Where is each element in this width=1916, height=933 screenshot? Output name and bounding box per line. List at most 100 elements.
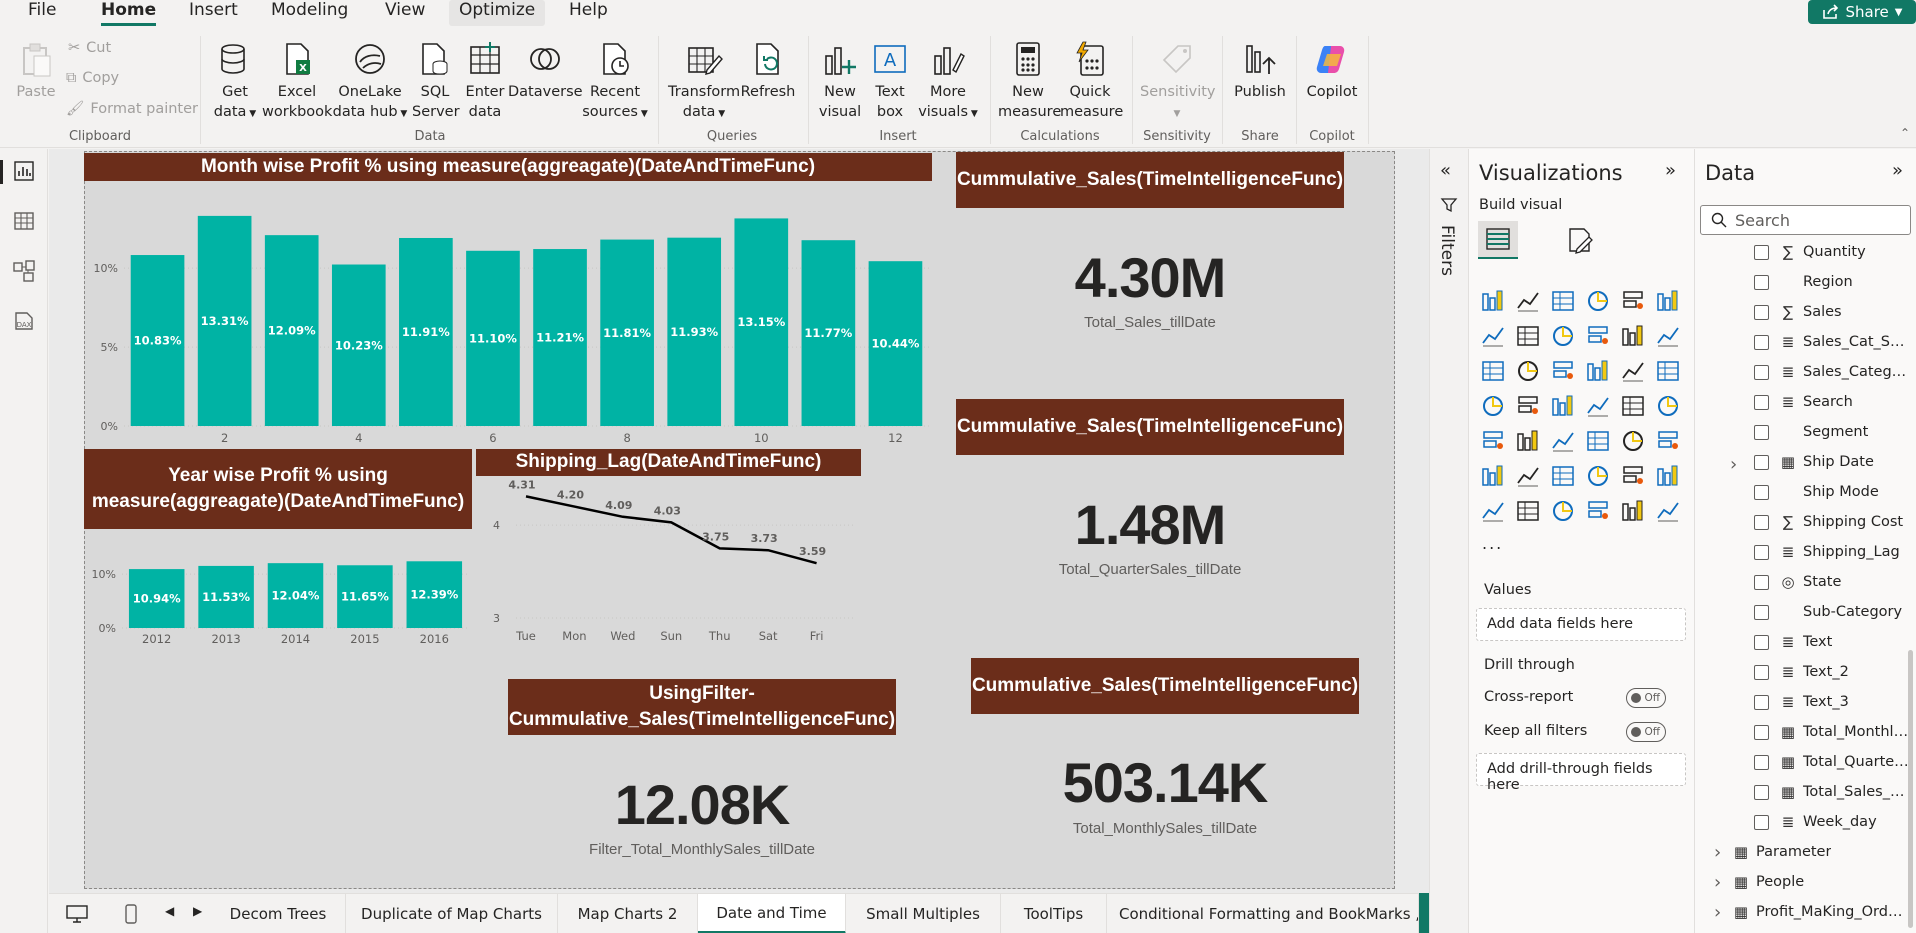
table-visual-icon[interactable] — [1550, 428, 1576, 454]
arcgis-visual-icon[interactable] — [1550, 498, 1576, 524]
gauge-visual-icon[interactable] — [1585, 393, 1611, 419]
field-row[interactable]: ≣ Search — [1700, 389, 1910, 415]
field-checkbox[interactable] — [1754, 364, 1769, 380]
onelake-data-hub-button[interactable]: OneLake data hub ▼ — [332, 40, 408, 122]
goals-visual-icon[interactable] — [1620, 498, 1646, 524]
refresh-button[interactable]: Refresh — [740, 40, 796, 102]
dax-query-view-icon[interactable]: DAX — [12, 309, 36, 333]
power-apps-visual-icon[interactable] — [1480, 498, 1506, 524]
field-row[interactable]: ∑ Sales — [1700, 299, 1910, 325]
expand-chevron-icon[interactable]: › — [1714, 872, 1722, 893]
decomposition-tree-visual-icon[interactable] — [1515, 463, 1541, 489]
r-visual-visual-icon[interactable] — [1620, 428, 1646, 454]
field-row[interactable]: ∑ Shipping Cost — [1700, 509, 1910, 535]
stacked-bar-visual-icon[interactable] — [1480, 288, 1506, 314]
table-view-icon[interactable] — [12, 209, 36, 233]
field-checkbox[interactable] — [1754, 304, 1769, 320]
tab-tooltips[interactable]: ToolTips — [1001, 894, 1107, 933]
field-checkbox[interactable] — [1754, 544, 1769, 560]
clustered-column-visual-icon[interactable] — [1585, 288, 1611, 314]
shipping-lag-line-chart[interactable]: 3 4 4.31 Tue 4.20 Mon 4.09 Wed 4.03 Sun 3.75 Thu 3.7… — [470, 478, 870, 643]
cross-report-toggle[interactable]: Off — [1626, 688, 1666, 708]
share-button[interactable]: Share ▼ — [1808, 0, 1916, 24]
model-view-icon[interactable] — [12, 259, 36, 283]
stacked-column-visual-icon[interactable] — [1515, 288, 1541, 314]
field-row[interactable]: ▦ Total_Monthly... — [1700, 719, 1910, 745]
field-row[interactable]: › ▦ Ship Date — [1700, 449, 1910, 475]
month-profit-bar-chart[interactable]: 0% 5% 10% 10.83% 13.31% 2 12.09% 10.23% 4 11.91% 1… — [84, 185, 934, 450]
field-row[interactable]: ≣ Text — [1700, 629, 1910, 655]
line-column-visual-icon[interactable] — [1585, 323, 1611, 349]
field-checkbox[interactable] — [1754, 754, 1769, 770]
clustered-bar-visual-icon[interactable] — [1550, 288, 1576, 314]
azure-map-visual-icon[interactable] — [1550, 393, 1576, 419]
field-row[interactable]: ▦ Total_Quarter... — [1700, 749, 1910, 775]
metrics-visual-icon[interactable] — [1655, 463, 1681, 489]
tab-scroll-left-icon[interactable]: ◀ — [165, 904, 174, 918]
recent-sources-button[interactable]: Recent sources ▼ — [580, 40, 650, 122]
table-row[interactable]: › ▦ Parameter — [1700, 839, 1910, 865]
kpi-visual-icon[interactable] — [1480, 428, 1506, 454]
card-visual-icon[interactable] — [1620, 393, 1646, 419]
menu-modeling[interactable]: Modeling — [271, 0, 348, 26]
line-visual-icon[interactable] — [1480, 323, 1506, 349]
tab-duplicate-map-charts[interactable]: Duplicate of Map Charts — [346, 894, 558, 933]
field-checkbox[interactable] — [1754, 634, 1769, 650]
menu-optimize[interactable]: Optimize — [449, 0, 546, 26]
field-row[interactable]: ◎ State — [1700, 569, 1910, 595]
scatter-visual-icon[interactable] — [1550, 358, 1576, 384]
build-visual-tab[interactable] — [1478, 221, 1518, 259]
enter-data-button[interactable]: Enter data — [462, 40, 508, 122]
data-pane-scrollbar[interactable] — [1908, 650, 1913, 928]
menu-help[interactable]: Help — [569, 0, 608, 26]
copilot-button[interactable]: Copilot — [1304, 40, 1360, 102]
stacked-area-visual-icon[interactable] — [1550, 323, 1576, 349]
100-column-visual-icon[interactable] — [1655, 288, 1681, 314]
field-checkbox[interactable] — [1754, 604, 1769, 620]
values-well[interactable]: Add data fields here — [1476, 608, 1686, 641]
matrix-visual-icon[interactable] — [1585, 428, 1611, 454]
field-row[interactable]: ∑ Quantity — [1700, 239, 1910, 265]
table-row[interactable]: › ▦ Profit_MaKing_Orders — [1700, 899, 1910, 925]
field-row[interactable]: ≣ Text_2 — [1700, 659, 1910, 685]
data-search-input[interactable]: Search — [1700, 205, 1911, 235]
expand-chevron-icon[interactable]: › — [1714, 842, 1722, 863]
sensitivity-button[interactable]: Sensitivity ▼ — [1140, 40, 1216, 122]
collapse-visualizations-icon[interactable]: » — [1665, 160, 1676, 181]
transform-data-button[interactable]: Transform data ▼ — [668, 40, 740, 122]
text-box-button[interactable]: A Text box — [868, 40, 912, 122]
field-checkbox[interactable] — [1754, 514, 1769, 530]
menu-view[interactable]: View — [385, 0, 425, 26]
mobile-layout-icon[interactable] — [123, 903, 139, 925]
field-checkbox[interactable] — [1754, 574, 1769, 590]
slicer-visual-icon[interactable] — [1515, 428, 1541, 454]
publish-button[interactable]: Publish — [1232, 40, 1288, 102]
field-row[interactable]: Segment — [1700, 419, 1910, 445]
collapse-ribbon-icon[interactable]: ⌃ — [1900, 126, 1910, 140]
field-checkbox[interactable] — [1754, 244, 1769, 260]
field-row[interactable]: Region — [1700, 269, 1910, 295]
multi-row-card-visual-icon[interactable] — [1655, 393, 1681, 419]
power-automate-visual-icon[interactable] — [1515, 498, 1541, 524]
field-row[interactable]: Sub-Category — [1700, 599, 1910, 625]
field-checkbox[interactable] — [1754, 274, 1769, 290]
menu-file[interactable]: File — [28, 0, 56, 26]
field-checkbox[interactable] — [1754, 694, 1769, 710]
field-row[interactable]: Ship Mode — [1700, 479, 1910, 505]
field-row[interactable]: ≣ Sales_Cat_Swit — [1700, 329, 1910, 355]
desktop-layout-icon[interactable] — [65, 904, 89, 924]
format-painter-button[interactable]: 🖌 Format painter — [66, 100, 198, 118]
table-row[interactable]: › ▦ People — [1700, 869, 1910, 895]
field-checkbox[interactable] — [1754, 484, 1769, 500]
donut-visual-icon[interactable] — [1620, 358, 1646, 384]
funnel-visual-icon[interactable] — [1515, 358, 1541, 384]
report-view-icon[interactable] — [12, 159, 36, 183]
filled-map-visual-icon[interactable] — [1515, 393, 1541, 419]
menu-home[interactable]: Home — [101, 0, 157, 26]
expand-chevron-icon[interactable]: › — [1714, 902, 1722, 923]
line-cluster-visual-icon[interactable] — [1620, 323, 1646, 349]
menu-insert[interactable]: Insert — [189, 0, 238, 26]
narrative-visual-icon[interactable] — [1585, 498, 1611, 524]
100-bar-visual-icon[interactable] — [1620, 288, 1646, 314]
new-visual-button[interactable]: New visual — [818, 40, 862, 122]
